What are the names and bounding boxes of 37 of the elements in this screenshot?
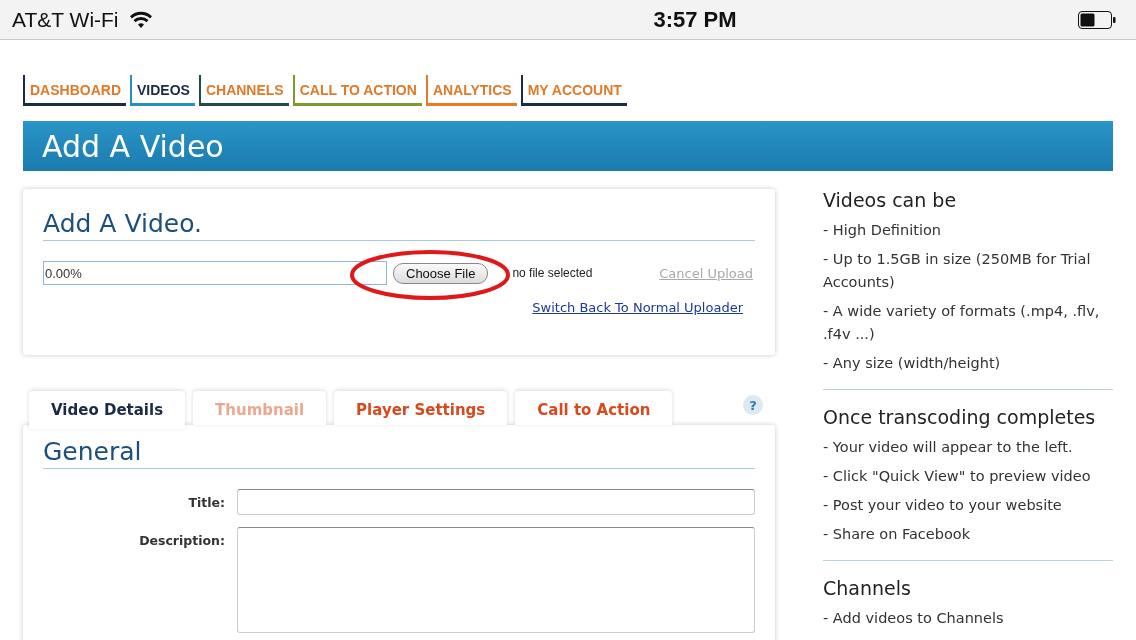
title-field[interactable]	[237, 489, 755, 515]
nav-tab[interactable]: CALL TO ACTION	[292, 75, 422, 106]
clock-time: 3:57 PM	[653, 6, 737, 33]
wifi-icon	[128, 10, 153, 29]
upload-heading: Add A Video.	[43, 209, 755, 241]
sidebar-item: - Your video will appear to the left.	[823, 438, 1074, 457]
battery-icon	[1078, 10, 1116, 29]
nav-tab[interactable]: DASHBOARD	[23, 75, 126, 106]
sidebar-item: - Share on Facebook	[823, 525, 972, 544]
choose-file-button[interactable]: Choose File	[393, 262, 489, 284]
sidebar-heading: Channels	[823, 577, 912, 599]
page-title: Add A Video	[42, 128, 224, 164]
description-field[interactable]	[237, 527, 755, 633]
sidebar-item: - Add videos to Channels	[823, 609, 1005, 628]
general-heading: General	[43, 437, 755, 469]
sidebar-item: - Click "Quick View" to preview video	[823, 467, 1092, 486]
field-label: Description:	[138, 532, 225, 548]
sidebar-heading: Once transcoding completes	[823, 406, 1097, 428]
progress-field[interactable]: 0.00%	[43, 261, 387, 285]
field-label: Title:	[187, 494, 225, 510]
nav-tab[interactable]: ANALYTICS	[425, 75, 517, 106]
switch-uploader-link[interactable]: Switch Back To Normal Uploader	[532, 300, 743, 315]
sidebar-heading: Videos can be	[823, 189, 958, 211]
nav-tab[interactable]: CHANNELS	[198, 75, 289, 106]
detail-tab[interactable]: Player Settings	[334, 391, 508, 425]
nav-tab[interactable]: MY ACCOUNT	[520, 75, 627, 106]
sidebar-item: - Any size (width/height)	[823, 354, 1002, 373]
sidebar-item: - Up to 1.5GB in size (250MB for Trial Accounts)	[823, 250, 1092, 292]
sidebar-item: - High Definition	[823, 221, 942, 240]
file-status: no file selected	[512, 266, 593, 280]
help-icon[interactable]: ?	[743, 395, 763, 415]
sidebar-item: - Post your video to your website	[823, 496, 1063, 515]
detail-tab[interactable]: Call to Action	[515, 391, 673, 425]
nav-tab[interactable]: VIDEOS	[130, 75, 195, 106]
detail-tab[interactable]: Video Details	[29, 391, 186, 429]
carrier-name: AT&T Wi-Fi	[12, 7, 119, 32]
sidebar-item: - A wide variety of formats (.mp4, .flv, .f4v ...)	[823, 302, 1101, 344]
